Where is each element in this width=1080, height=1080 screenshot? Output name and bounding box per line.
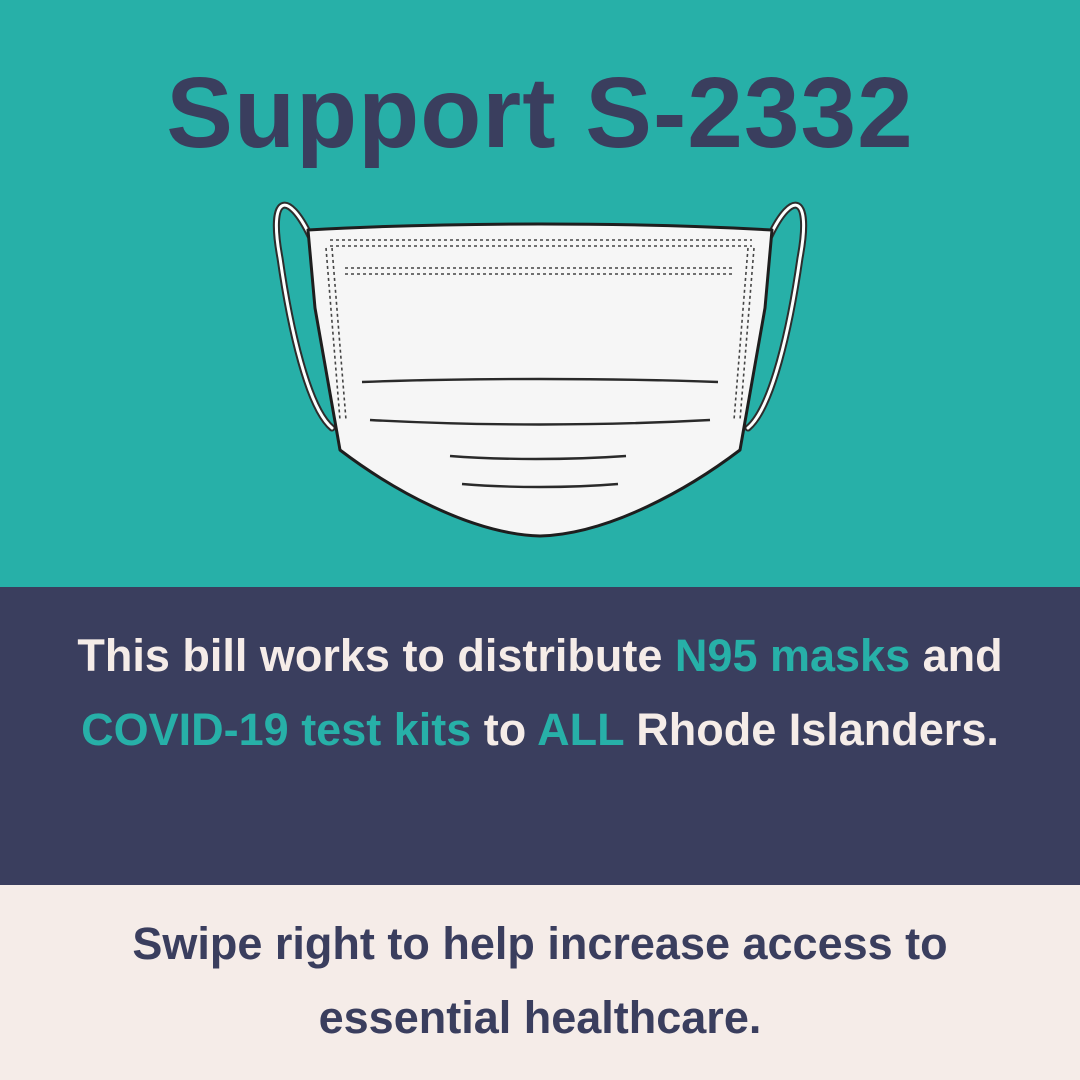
bill-text-part: This bill works to distribute xyxy=(77,630,675,681)
bill-description-section: This bill works to distribute N95 masks … xyxy=(0,587,1080,885)
highlight-all: ALL xyxy=(537,704,624,755)
page-title: Support S-2332 xyxy=(166,57,914,169)
bill-text-part: Rhode Islanders. xyxy=(623,704,999,755)
highlight-n95-masks: N95 masks xyxy=(674,630,911,681)
bill-text-part: and xyxy=(910,630,1003,681)
surgical-mask-icon xyxy=(273,201,807,538)
header-section: Support S-2332 xyxy=(0,0,1080,587)
call-to-action-section: Swipe right to help increase access to e… xyxy=(0,885,1080,1080)
post-canvas: Support S-2332 This bill works to distri… xyxy=(0,0,1080,1080)
bill-text-part: to xyxy=(471,704,538,755)
bill-description: This bill works to distribute N95 masks … xyxy=(40,619,1040,767)
highlight-test-kits: COVID-19 test kits xyxy=(81,704,472,755)
call-to-action: Swipe right to help increase access to e… xyxy=(132,918,948,1043)
